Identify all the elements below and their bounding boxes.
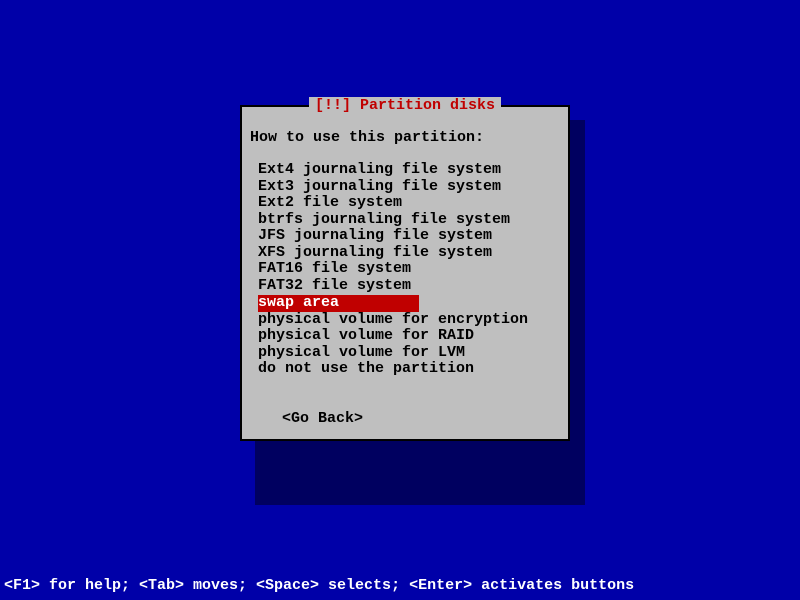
option-do-not-use[interactable]: do not use the partition [258,361,560,378]
option-swap[interactable]: swap area [258,295,419,312]
option-xfs[interactable]: XFS journaling file system [258,245,560,262]
go-back-button[interactable]: <Go Back> [282,410,560,427]
option-ext2[interactable]: Ext2 file system [258,195,560,212]
option-fat32[interactable]: FAT32 file system [258,278,560,295]
option-pv-lvm[interactable]: physical volume for LVM [258,345,560,362]
option-pv-encryption[interactable]: physical volume for encryption [258,312,560,329]
dialog-prompt: How to use this partition: [250,129,560,146]
option-jfs[interactable]: JFS journaling file system [258,228,560,245]
option-ext4[interactable]: Ext4 journaling file system [258,162,560,179]
dialog-title: [!!] Partition disks [309,97,501,114]
option-btrfs[interactable]: btrfs journaling file system [258,212,560,229]
filesystem-options: Ext4 journaling file system Ext3 journal… [258,162,560,378]
option-fat16[interactable]: FAT16 file system [258,261,560,278]
help-bar: <F1> for help; <Tab> moves; <Space> sele… [4,577,634,594]
partition-dialog: [!!] Partition disks How to use this par… [240,105,570,441]
option-ext3[interactable]: Ext3 journaling file system [258,179,560,196]
option-pv-raid[interactable]: physical volume for RAID [258,328,560,345]
